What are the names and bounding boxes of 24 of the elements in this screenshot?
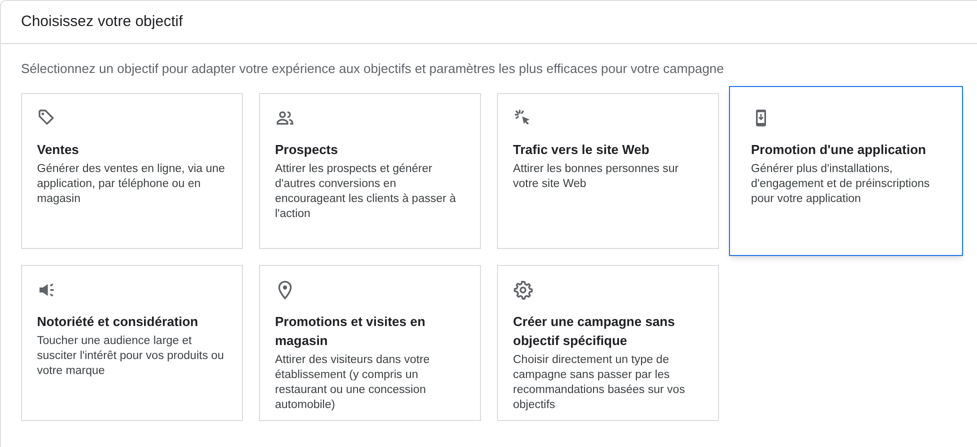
card-description: Attirer les bonnes personnes sur votre site Web: [513, 162, 680, 192]
objective-card[interactable]: Promotion d'une application Générer plus d'installations, d'engagement et de préinscriptions pour votre application: [729, 86, 963, 256]
card-title: Promotion d'une application: [751, 140, 927, 158]
intro-text: Sélectionnez un objectif pour adapter votre expérience aux objectifs et paramètres les plus efficaces pour votre campagne: [21, 60, 725, 78]
objective-card[interactable]: Promotions et visites en magasin Attirer des visiteurs dans votre établissement (y compris un restaurant ou une concession automobile): [259, 264, 481, 420]
card-title: Notoriété et considération: [37, 312, 200, 330]
objective-card[interactable]: Prospects Attirer les prospects et générer d'autres conversions en encourageant les clients à passer à l'action: [259, 92, 481, 248]
objective-card[interactable]: Trafic vers le site Web Attirer les bonnes personnes sur votre site Web: [497, 92, 719, 248]
card-description: Attirer des visiteurs dans votre établissement (y compris un restaurant ou une concession automobile): [275, 352, 431, 412]
card-description: Toucher une audience large et susciter l'intérêt pour vos produits ou votre marque: [37, 334, 225, 378]
card-title: Promotions et visites en magasin: [275, 312, 426, 350]
card-description: Générer plus d'installations, d'engagement et de préinscriptions pour votre application: [751, 162, 931, 206]
card-description: Choisir directement un type de campagne sans passer par les recommandations basées sur vos objectifs: [513, 352, 686, 412]
page-title: Choisissez votre objectif: [21, 12, 183, 32]
settings-icon: [513, 280, 533, 300]
card-title: Prospects: [275, 140, 339, 158]
card-description: Générer des ventes en ligne, via une application, par téléphone ou en magasin: [37, 162, 226, 206]
card-description: Attirer les prospects et générer d'autres conversions en encourageant les clients à passer à l'action: [275, 162, 457, 222]
objective-card[interactable]: Créer une campagne sans objectif spécifique Choisir directement un type de campagne sans passer par les recommandations basées sur vos objectifs: [497, 264, 719, 420]
objective-card[interactable]: Notoriété et considération Toucher une audience large et susciter l'intérêt pour vos produits ou votre marque: [21, 264, 243, 420]
card-title: Ventes: [37, 140, 80, 158]
objective-card[interactable]: Ventes Générer des ventes en ligne, via une application, par téléphone ou en magasin: [21, 92, 243, 248]
card-title: Trafic vers le site Web: [513, 140, 650, 158]
card-title: Créer une campagne sans objectif spécifique: [513, 312, 676, 350]
